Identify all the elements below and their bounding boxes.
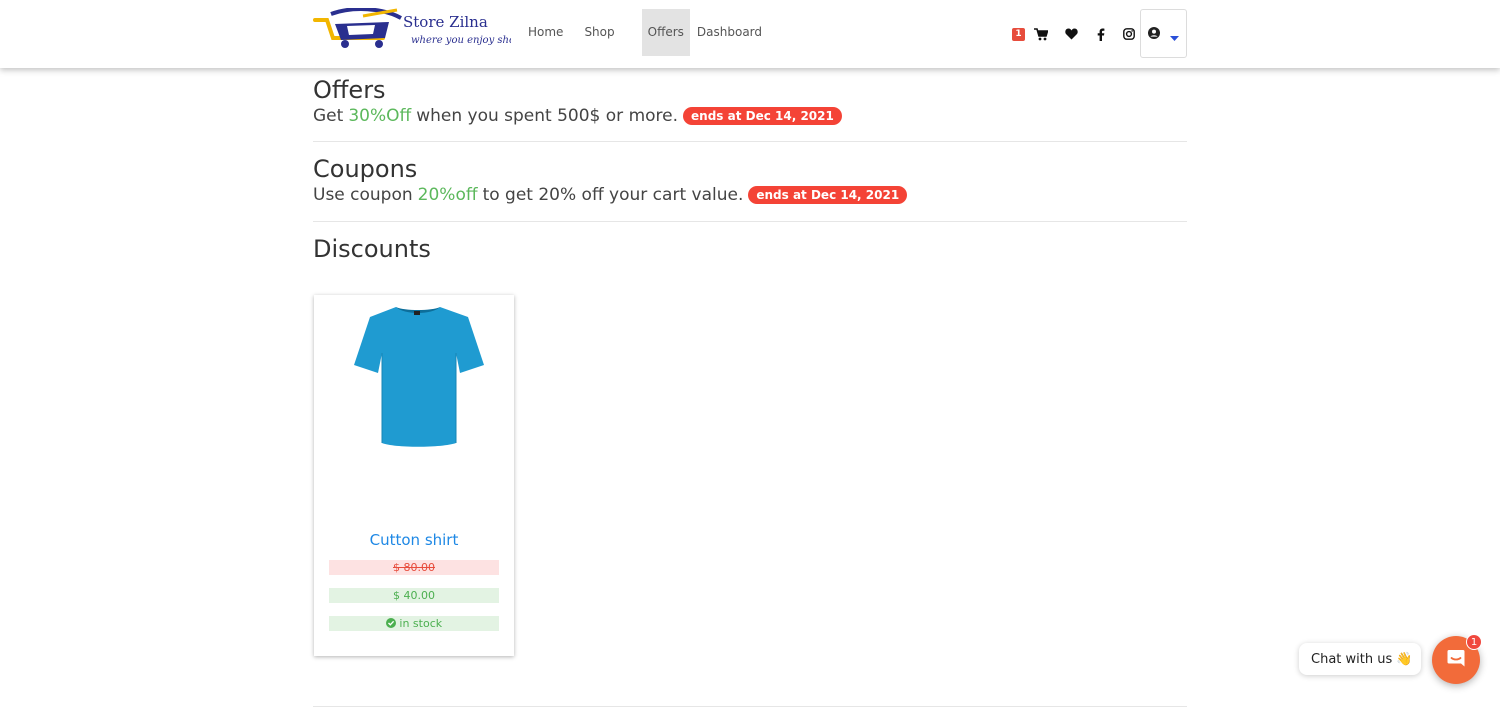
- chat-unread-badge: 1: [1466, 634, 1482, 650]
- cart-count-badge: 1: [1012, 27, 1025, 41]
- brand-tagline: where you enjoy shopping: [411, 35, 511, 46]
- product-image[interactable]: [352, 303, 484, 449]
- coupons-title: Coupons: [313, 155, 418, 183]
- user-menu-dropdown[interactable]: [1140, 9, 1187, 58]
- coupon-expiry-badge: ends at Dec 14, 2021: [748, 186, 908, 204]
- chat-prompt-label: Chat with us: [1311, 651, 1393, 667]
- nav-home[interactable]: Home: [521, 9, 570, 56]
- cart-icon[interactable]: [1034, 27, 1048, 41]
- product-card[interactable]: Cutton shirt $ 80.00 $ 40.00 in stock: [314, 295, 514, 656]
- footer-divider: [313, 706, 1187, 707]
- offer-text-before: Get: [313, 106, 344, 126]
- discounts-section: Discounts: [313, 235, 1187, 265]
- offer-text-after: when you spent 500$ or more.: [416, 106, 679, 126]
- heart-icon[interactable]: [1064, 27, 1078, 41]
- offer-expiry-badge: ends at Dec 14, 2021: [683, 107, 842, 125]
- nav-shop[interactable]: Shop: [577, 9, 621, 56]
- nav-actions: 1: [1012, 24, 1136, 44]
- coupon-text-before: Use coupon: [313, 185, 413, 205]
- coupon-code: 20%off: [417, 185, 478, 205]
- discounts-title: Discounts: [313, 235, 431, 263]
- brand-name: Store Zilna: [403, 13, 488, 31]
- navbar: Store Zilna where you enjoy shopping Hom…: [0, 0, 1500, 68]
- user-circle-icon: [1148, 24, 1160, 43]
- instagram-icon[interactable]: [1122, 27, 1136, 41]
- facebook-icon[interactable]: [1094, 27, 1108, 41]
- offers-title: Offers: [313, 76, 386, 104]
- chat-icon: [1446, 648, 1466, 672]
- nav-offers[interactable]: Offers: [641, 9, 690, 56]
- product-stock-status: in stock: [329, 616, 499, 631]
- product-new-price: $ 40.00: [329, 588, 499, 603]
- wave-icon: 👋: [1396, 651, 1413, 667]
- offer-line: Get 30%Off when you spent 500$ or more. …: [313, 104, 1187, 128]
- offers-section: Offers Get 30%Off when you spent 500$ or…: [313, 76, 1187, 142]
- stock-label: in stock: [399, 617, 443, 630]
- product-name-link[interactable]: Cutton shirt: [314, 531, 514, 549]
- chat-prompt-bubble[interactable]: Chat with us 👋: [1299, 643, 1421, 675]
- brand-logo[interactable]: Store Zilna where you enjoy shopping: [313, 7, 544, 50]
- coupons-section: Coupons Use coupon 20%off to get 20% off…: [313, 155, 1187, 222]
- nav-links: Home Shop Offers Dashboard: [521, 9, 769, 56]
- caret-down-icon: [1170, 26, 1179, 45]
- coupon-line: Use coupon 20%off to get 20% off your ca…: [313, 183, 1187, 207]
- product-old-price: $ 80.00: [329, 560, 499, 575]
- coupon-text-after: to get 20% off your cart value.: [482, 185, 744, 205]
- check-circle-icon: [385, 617, 400, 630]
- nav-dashboard[interactable]: Dashboard: [690, 9, 769, 56]
- offer-highlight: 30%Off: [348, 106, 412, 126]
